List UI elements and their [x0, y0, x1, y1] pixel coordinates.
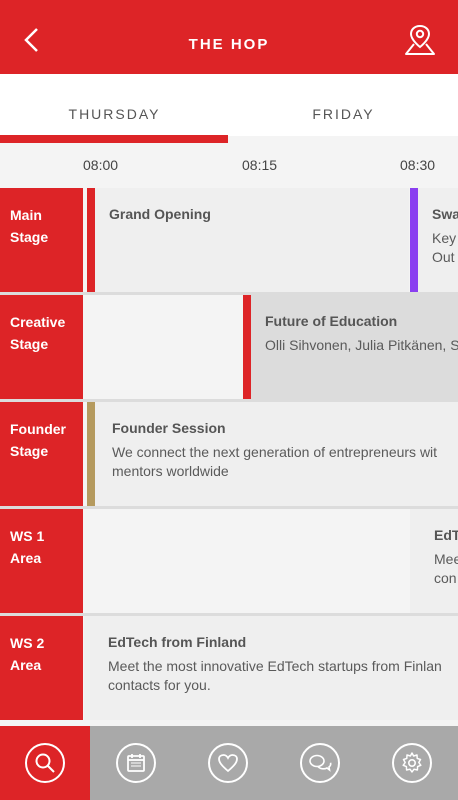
time-label: 08:15 — [242, 157, 278, 173]
nav-icon-ring — [208, 743, 248, 783]
stage-creative: Creative Stage — [0, 295, 83, 399]
event-color-bar — [243, 295, 251, 399]
event-future-of-education[interactable]: Future of Education Olli Sihvonen, Julia… — [243, 295, 458, 399]
stage-name: Creative Stage — [10, 314, 66, 352]
nav-chat[interactable] — [274, 726, 366, 800]
stage-lane: Future of Education Olli Sihvonen, Julia… — [84, 295, 458, 399]
app-header: THE HOP — [0, 6, 458, 74]
event-description: Meet the most innovative EdTech startups… — [108, 658, 442, 693]
event-color-bar — [87, 402, 95, 506]
stage-name: Founder Stage — [10, 421, 66, 459]
stage-main: Main Stage — [0, 188, 83, 292]
tab-indicator — [0, 135, 228, 143]
stage-lane: EdT Mee con — [84, 509, 458, 613]
nav-icon-ring — [25, 743, 65, 783]
event-description: Mee con — [434, 551, 458, 586]
event-title: EdTech from Finland — [108, 634, 247, 650]
nav-icon-ring — [392, 743, 432, 783]
chat-icon — [309, 754, 332, 772]
timeline-header: 08:00 08:15 08:30 — [0, 143, 458, 187]
stage-name: WS 2 Area — [10, 635, 45, 673]
nav-icon-ring — [300, 743, 340, 783]
event-description: We connect the next generation of entrep… — [112, 444, 438, 479]
event-title: Grand Opening — [109, 206, 211, 222]
event-title: Future of Education — [265, 313, 398, 329]
heart-icon — [218, 754, 238, 773]
stage-founder: Founder Stage — [0, 402, 83, 506]
event-description: Olli Sihvonen, Julia Pitkänen, S — [265, 337, 458, 353]
tab-thursday[interactable]: THURSDAY — [0, 106, 229, 122]
nav-icon-ring — [116, 743, 156, 783]
page-title: THE HOP — [188, 36, 270, 53]
stage-lane: EdTech from Finland Meet the most innova… — [84, 616, 458, 720]
event-card[interactable]: EdT Mee con — [410, 509, 458, 613]
event-edtech-from-finland[interactable]: EdTech from Finland Meet the most innova… — [84, 616, 458, 720]
event-founder-session[interactable]: Founder Session We connect the next gene… — [87, 402, 458, 506]
stage-name: Main Stage — [10, 207, 49, 245]
day-tabs: THURSDAY FRIDAY — [0, 74, 458, 136]
stage-lane: Grand Opening Swa Key Out — [84, 188, 458, 292]
gear-icon — [402, 752, 422, 773]
map-pin-icon — [405, 24, 435, 55]
stage-ws2: WS 2 Area — [0, 616, 83, 720]
stage-name: WS 1 Area — [10, 528, 45, 566]
stage-ws1: WS 1 Area — [0, 509, 83, 613]
event-color-bar — [410, 188, 418, 292]
event-grand-opening[interactable]: Grand Opening — [87, 188, 409, 292]
nav-settings[interactable] — [366, 726, 458, 800]
search-icon — [35, 753, 55, 773]
time-label: 08:30 — [400, 157, 436, 173]
event-color-bar — [87, 188, 95, 292]
calendar-icon — [127, 754, 145, 772]
event-title: Founder Session — [112, 420, 226, 436]
nav-favorites[interactable] — [182, 726, 274, 800]
event-card[interactable]: Swa Key Out — [410, 188, 458, 292]
nav-search[interactable] — [0, 726, 90, 800]
event-title: Swa — [432, 206, 458, 222]
nav-schedule[interactable] — [90, 726, 182, 800]
tab-friday[interactable]: FRIDAY — [229, 106, 458, 122]
event-title: EdT — [434, 527, 458, 543]
time-label: 08:00 — [83, 157, 119, 173]
map-button[interactable] — [400, 20, 440, 60]
event-description: Key Out — [432, 230, 457, 265]
bottom-navigation — [0, 726, 458, 800]
stage-lane: Founder Session We connect the next gene… — [84, 402, 458, 506]
